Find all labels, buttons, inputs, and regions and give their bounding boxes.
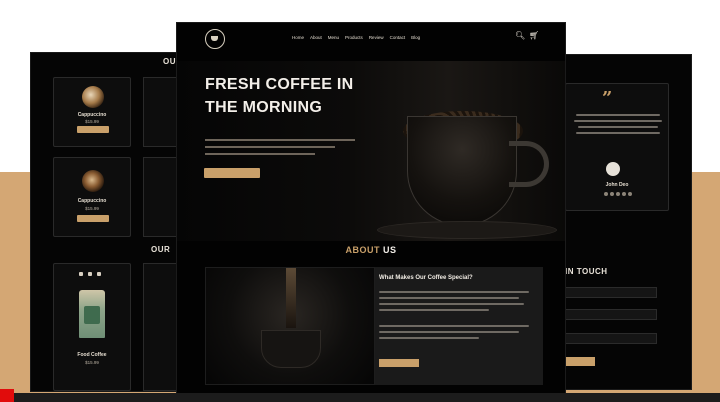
contact-section-title: IN TOUCH — [565, 267, 608, 276]
menu-card-price: $15.99 — [85, 119, 99, 124]
product-card: Food Coffee $15.99 — [53, 263, 131, 391]
review-card: ” John Deo — [565, 83, 669, 211]
nav-contact[interactable]: Contact — [390, 35, 406, 40]
add-to-cart-button[interactable] — [77, 126, 109, 133]
search-icon[interactable]: 🔍︎ — [515, 31, 525, 40]
product-price: $15.99 — [85, 360, 99, 365]
saucer-image — [377, 221, 557, 239]
progress-indicator — [0, 389, 14, 402]
nav-blog[interactable]: Blog — [411, 35, 420, 40]
menu-card: Cappuccino $15.99 — [53, 77, 131, 147]
about-title-accent: ABOUT — [345, 245, 380, 255]
menu-card: Cappuccino $15.99 — [53, 157, 131, 237]
main-navigation: Home About Menu Products Review Contact … — [292, 35, 420, 40]
reviewer-avatar — [606, 162, 620, 176]
cup-handle — [509, 141, 549, 187]
about-heading: What Makes Our Coffee Special? — [379, 275, 473, 281]
message-field[interactable] — [565, 333, 657, 344]
coffee-cup-image — [82, 170, 104, 192]
reviewer-name: John Deo — [605, 182, 629, 188]
coffee-bag-image — [79, 290, 105, 338]
coffee-logo-icon[interactable] — [205, 29, 225, 49]
read-more-button[interactable] — [379, 359, 419, 367]
email-field[interactable] — [565, 309, 657, 320]
nav-about[interactable]: About — [310, 35, 322, 40]
coffee-cup-image — [407, 116, 517, 226]
nav-review[interactable]: Review — [369, 35, 384, 40]
home-page-preview: Home About Menu Products Review Contact … — [176, 22, 566, 394]
menu-card-name: Cappuccino — [77, 198, 107, 204]
name-field[interactable] — [565, 287, 657, 298]
nav-menu[interactable]: Menu — [328, 35, 339, 40]
hero-cta-button[interactable] — [204, 168, 260, 178]
nav-home[interactable]: Home — [292, 35, 304, 40]
hero-title: FRESH COFFEE IN THE MORNING — [205, 73, 415, 119]
hero-title-line-1: FRESH COFFEE IN — [205, 76, 354, 93]
products-section-title: OUR — [151, 245, 171, 254]
menu-section-title: OU — [163, 57, 176, 66]
rating-icons — [79, 272, 101, 276]
nav-products[interactable]: Products — [345, 35, 363, 40]
cart-icon[interactable]: 🛒︎ — [529, 31, 539, 40]
rating-stars — [604, 192, 632, 196]
bottom-bar — [0, 393, 720, 402]
coffee-cup-image — [82, 86, 104, 108]
product-name: Food Coffee — [77, 352, 107, 358]
hero-title-line-2: THE MORNING — [205, 99, 323, 116]
quote-icon: ” — [602, 88, 613, 109]
review-page-preview: ” John Deo IN TOUCH — [560, 54, 692, 390]
about-section-title: ABOUT US — [177, 245, 565, 255]
about-image — [205, 267, 375, 385]
menu-card-name: Cappuccino — [77, 112, 107, 118]
menu-card-price: $15.99 — [85, 206, 99, 211]
about-title-rest: US — [379, 245, 397, 255]
about-text-panel: What Makes Our Coffee Special? — [375, 267, 543, 385]
add-to-cart-button[interactable] — [77, 215, 109, 222]
send-button[interactable] — [565, 357, 595, 366]
